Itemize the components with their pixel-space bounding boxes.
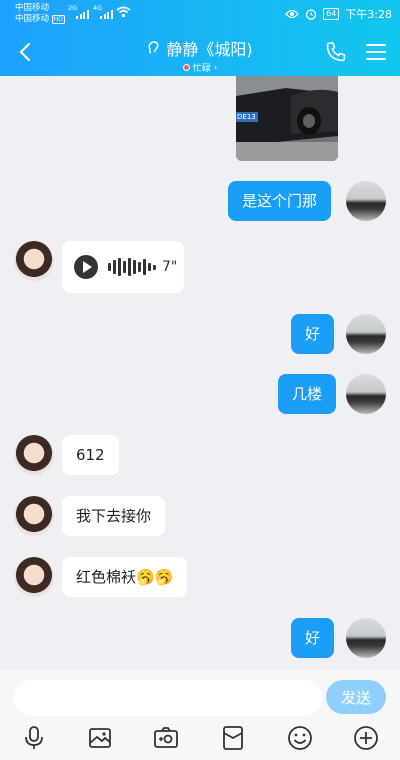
eye-icon <box>285 9 299 19</box>
message-bubble-outgoing[interactable]: 是这个门那 <box>228 181 332 221</box>
status-time: 下午3:28 <box>345 8 392 21</box>
battery-icon: 64 <box>323 8 340 20</box>
message-bubble-outgoing[interactable]: 好 <box>291 618 335 658</box>
contact-avatar[interactable] <box>14 496 54 536</box>
contact-avatar[interactable] <box>14 557 54 597</box>
camera-icon[interactable] <box>152 724 180 752</box>
contact-avatar[interactable] <box>14 435 54 475</box>
message-bubble-outgoing[interactable]: 几楼 <box>278 374 337 414</box>
voice-duration: 7" <box>162 259 178 275</box>
input-bar: 发送 <box>0 670 400 760</box>
message-bubble-incoming[interactable]: 我下去接你 <box>62 496 166 536</box>
status-arrow: › <box>213 62 218 73</box>
carrier-1: 中国移动 <box>15 3 50 13</box>
signal-icon-2 <box>100 9 113 19</box>
earpiece-icon <box>148 41 159 54</box>
alarm-icon <box>305 9 317 20</box>
contact-name: 静静《城阳) <box>166 40 253 59</box>
status-right: 64 下午3:28 <box>285 6 392 22</box>
busy-status-icon <box>182 64 190 71</box>
carrier-2: 中国移动 HD <box>15 14 65 24</box>
mic-icon[interactable] <box>20 724 48 752</box>
chat-header: 中国移动 中国移动 HD 2G 4G 64 下午3:28 静静《城阳) 忙碌 › <box>0 0 400 76</box>
emoji-icon[interactable] <box>286 724 314 752</box>
chat-toolbar <box>0 724 400 754</box>
status-bar: 中国移动 中国移动 HD 2G 4G 64 下午3:28 <box>0 0 400 28</box>
message-list[interactable]: DE13 是这个门那 7" 好 几楼 612 我下去接你 红色棉袄🥱🥱 好 <box>0 76 400 670</box>
voice-message[interactable]: 7" <box>62 241 184 293</box>
send-button[interactable]: 发送 <box>326 680 386 714</box>
message-bubble-outgoing[interactable]: 好 <box>291 314 335 354</box>
contact-avatar[interactable] <box>14 241 54 281</box>
my-avatar[interactable] <box>346 314 386 354</box>
message-bubble-incoming[interactable]: 612 <box>62 435 119 475</box>
phone-icon[interactable] <box>324 40 348 64</box>
message-input[interactable] <box>14 680 322 716</box>
message-bubble-incoming[interactable]: 红色棉袄🥱🥱 <box>62 557 188 597</box>
signal-icon <box>76 9 89 19</box>
my-avatar[interactable] <box>346 181 386 221</box>
image-message[interactable]: DE13 <box>236 76 338 161</box>
menu-icon[interactable] <box>364 40 388 64</box>
play-icon[interactable] <box>74 255 98 279</box>
wifi-icon <box>116 6 131 18</box>
plus-icon[interactable] <box>352 724 380 752</box>
picture-icon[interactable] <box>86 724 114 752</box>
waveform-icon <box>108 257 156 277</box>
red-packet-icon[interactable] <box>219 724 247 752</box>
my-avatar[interactable] <box>346 374 386 414</box>
my-avatar[interactable] <box>346 618 386 658</box>
status-text: 忙碌 <box>192 64 211 74</box>
plate-text: DE13 <box>237 113 256 121</box>
